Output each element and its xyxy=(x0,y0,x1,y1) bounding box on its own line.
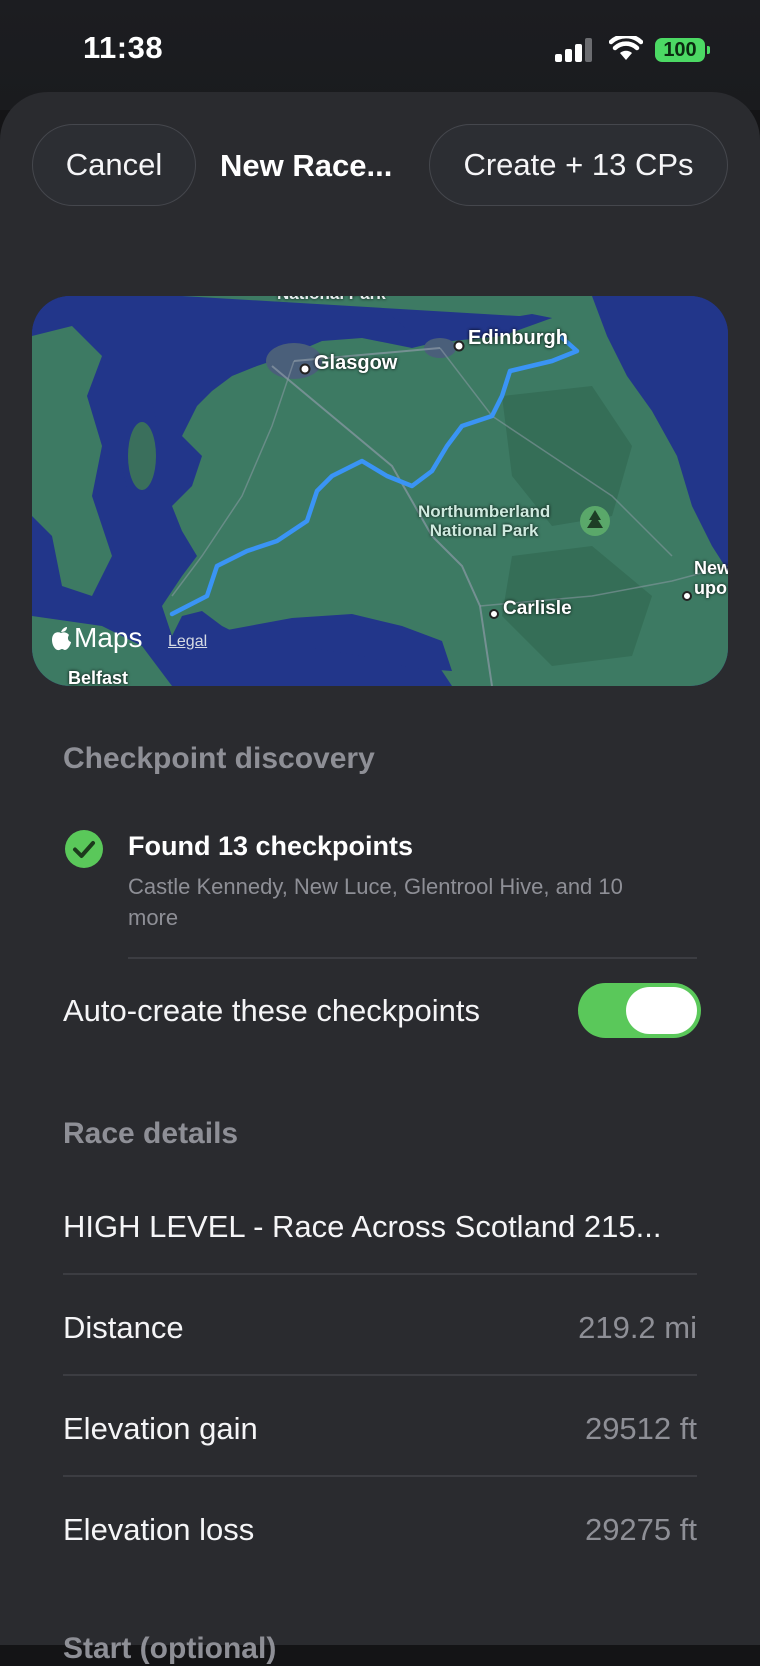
map-label-edinburgh: Edinburgh xyxy=(468,327,568,349)
apple-logo-icon xyxy=(52,627,71,651)
divider xyxy=(63,1475,697,1477)
elevation-gain-label: Elevation gain xyxy=(63,1411,258,1446)
race-details-header: Race details xyxy=(63,1117,239,1150)
map-label-belfast: Belfast xyxy=(68,668,129,686)
checkmark-circle-icon xyxy=(65,830,103,868)
toggle-knob xyxy=(626,987,697,1034)
elevation-loss-value: 29275 ft xyxy=(584,1512,697,1547)
found-checkpoints-title: Found 13 checkpoints xyxy=(128,831,414,861)
auto-create-label: Auto-create these checkpoints xyxy=(63,993,481,1028)
map-label-northumberland-line1: Northumberland xyxy=(418,502,551,521)
battery-nub xyxy=(707,46,710,54)
status-bar: 11:38 100 xyxy=(0,0,760,100)
map-label-glasgow: Glasgow xyxy=(314,352,398,374)
distance-label: Distance xyxy=(63,1310,184,1345)
map-legal-link[interactable]: Legal xyxy=(168,633,207,651)
checkpoint-discovery-header: Checkpoint discovery xyxy=(63,742,375,775)
elevation-loss-label: Elevation loss xyxy=(63,1512,255,1547)
battery-icon: 100 xyxy=(655,38,705,62)
race-name-field[interactable]: HIGH LEVEL - Race Across Scotland 215... xyxy=(63,1209,693,1245)
map-label-newcastle: New upo xyxy=(694,558,728,598)
distance-value: 219.2 mi xyxy=(578,1310,697,1345)
start-section-header: Start (optional) xyxy=(63,1632,277,1665)
map-label-northumberland-line2: National Park xyxy=(429,521,539,540)
divider xyxy=(63,1374,697,1376)
route-map[interactable]: National Park Glasgow Edinburgh Northumb… xyxy=(32,296,728,686)
divider xyxy=(63,1273,697,1275)
maps-attribution: Maps xyxy=(50,622,142,654)
create-race-button[interactable]: Create + 13 CPs xyxy=(429,124,728,206)
maps-wordmark: Maps xyxy=(74,622,143,653)
cellular-signal-icon xyxy=(555,38,592,62)
auto-create-toggle[interactable] xyxy=(578,983,701,1038)
elevation-gain-value: 29512 ft xyxy=(584,1411,697,1446)
map-label-newcastle-line2: upo xyxy=(694,578,727,598)
divider xyxy=(128,957,697,959)
map-label-newcastle-line1: New xyxy=(694,558,728,578)
wifi-icon xyxy=(609,36,643,60)
map-label-park-top: National Park xyxy=(277,296,386,304)
sheet-title: New Race... xyxy=(220,148,393,183)
found-checkpoints-subtitle: Castle Kennedy, New Luce, Glentrool Hive… xyxy=(128,874,623,930)
map-label-carlisle: Carlisle xyxy=(503,598,572,619)
map-label-northumberland: Northumberland National Park xyxy=(418,502,550,540)
status-time: 11:38 xyxy=(83,30,164,65)
cancel-button[interactable]: Cancel xyxy=(32,124,196,206)
